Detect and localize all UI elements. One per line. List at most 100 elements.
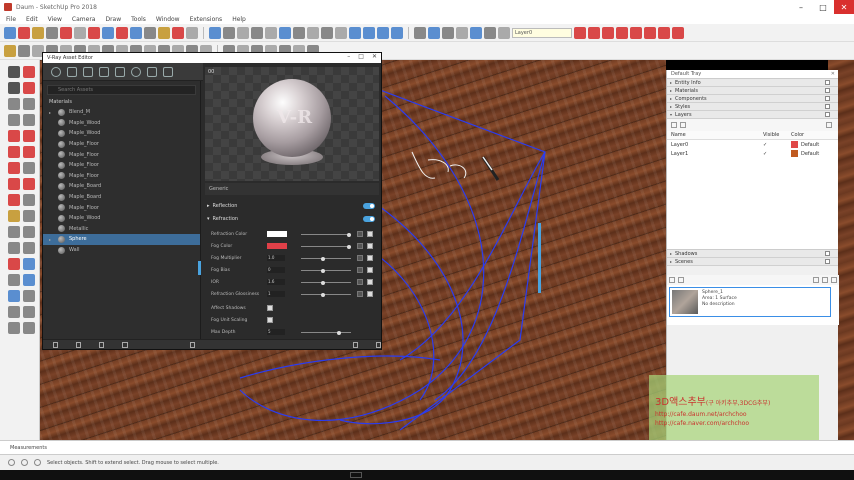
column-color[interactable]: Color [791, 132, 804, 138]
import-asset-icon[interactable] [99, 341, 105, 348]
eraser-tool-icon[interactable] [18, 26, 30, 39]
tape-icon[interactable] [8, 210, 20, 222]
move-tool-icon[interactable] [102, 26, 114, 39]
vray-mesh-light-icon[interactable] [672, 26, 684, 39]
wireframe-icon[interactable] [363, 26, 375, 39]
create-material-icon[interactable] [669, 277, 675, 283]
home-icon[interactable] [831, 277, 837, 283]
reflection-section[interactable]: ▸ Reflection [207, 201, 377, 211]
arc-icon[interactable] [8, 130, 20, 142]
option-slider[interactable] [301, 330, 351, 335]
slider-knob[interactable] [347, 244, 351, 249]
layers-icon[interactable] [470, 26, 482, 39]
material-item[interactable]: Maple_Wood [43, 213, 200, 224]
section-plane-icon[interactable] [414, 26, 426, 39]
chevron-right-icon[interactable]: ▸ [49, 237, 54, 242]
push-pull-side-icon[interactable] [23, 162, 35, 174]
geometry-category-icon[interactable] [83, 66, 93, 77]
purge-icon[interactable] [189, 341, 195, 348]
position-camera-side-icon[interactable] [8, 306, 20, 318]
tray-panel-shadows[interactable]: ▸ Shadows [667, 250, 838, 258]
column-name[interactable]: Name [667, 132, 763, 138]
circle-icon[interactable] [8, 114, 20, 126]
three-point-arc-icon[interactable] [23, 146, 35, 158]
textured-icon[interactable] [391, 26, 403, 39]
material-item[interactable]: Maple_Board [43, 192, 200, 203]
param-checkbox[interactable] [367, 243, 373, 249]
texture-map-button[interactable] [357, 243, 363, 249]
polygon-icon[interactable] [23, 114, 35, 126]
material-item[interactable]: Maple_Floor [43, 171, 200, 182]
vray-minimize-button[interactable]: – [347, 53, 350, 60]
xray-icon[interactable] [349, 26, 361, 39]
rotate-icon[interactable] [8, 178, 20, 190]
add-layer-icon[interactable] [671, 122, 677, 128]
zoom-icon[interactable] [237, 26, 249, 39]
rotated-rectangle-icon[interactable] [23, 98, 35, 110]
chevron-right-icon[interactable]: ▸ [49, 110, 54, 115]
back-arrow-icon[interactable] [813, 277, 819, 283]
material-item[interactable]: Maple_Floor [43, 160, 200, 171]
material-item[interactable]: ▸ Sphere [43, 234, 200, 245]
frame-buffer-icon[interactable] [163, 66, 173, 77]
param-slider[interactable] [301, 280, 351, 285]
3d-text-icon[interactable] [23, 242, 35, 254]
panel-close-icon[interactable] [825, 259, 830, 264]
param-value-field[interactable]: 1.0 [267, 255, 285, 261]
delete-layer-icon[interactable] [680, 122, 686, 128]
maximize-button[interactable]: □ [812, 0, 834, 14]
section-side-icon[interactable] [23, 322, 35, 334]
tray-pin-close-icon[interactable]: ✕ [831, 70, 835, 79]
menu-file[interactable]: File [6, 16, 16, 23]
material-item[interactable]: Metallic [43, 224, 200, 235]
zoom-side-icon[interactable] [23, 274, 35, 286]
material-type-dropdown[interactable]: Generic [205, 183, 379, 195]
material-list-scrollbar[interactable] [198, 261, 201, 275]
param-value-field[interactable]: 1 [267, 291, 285, 297]
vray-sphere-light-icon[interactable] [644, 26, 656, 39]
param-slider[interactable] [301, 244, 351, 249]
tray-panel-materials[interactable]: ▸ Materials [667, 87, 838, 95]
zoom-extents-side-icon[interactable] [23, 290, 35, 302]
offset-icon[interactable] [23, 194, 35, 206]
option-value-field[interactable]: 5 [267, 329, 285, 335]
settings-gear-icon[interactable] [131, 66, 141, 77]
rectangle-tool-icon[interactable] [74, 26, 86, 39]
slider-knob[interactable] [321, 256, 325, 261]
material-item[interactable]: Maple_Wood [43, 128, 200, 139]
color-swatch[interactable] [267, 243, 287, 249]
rotate-tool-icon[interactable] [116, 26, 128, 39]
paint-bucket-icon[interactable] [32, 26, 44, 39]
orbit-side-icon[interactable] [23, 258, 35, 270]
axes-tool-icon[interactable] [186, 26, 198, 39]
layer-color-swatch[interactable] [791, 150, 798, 157]
menu-edit[interactable]: Edit [26, 16, 38, 23]
house-icon[interactable] [18, 44, 30, 57]
vray-editor-titlebar[interactable]: V-Ray Asset Editor – □ ✕ [43, 53, 381, 63]
top-view-icon[interactable] [293, 26, 305, 39]
vray-maximize-button[interactable]: □ [358, 53, 364, 60]
close-button[interactable]: ✕ [834, 0, 854, 14]
preview-toggle-label[interactable]: 00 [208, 69, 214, 75]
paint-icon[interactable] [8, 258, 20, 270]
shaded-icon[interactable] [377, 26, 389, 39]
select-tool-icon[interactable] [4, 26, 16, 39]
pie-icon[interactable] [8, 146, 20, 158]
texture-map-button[interactable] [357, 267, 363, 273]
tray-panel-components[interactable]: ▸ Components [667, 95, 838, 103]
collapse-right-icon[interactable] [375, 341, 381, 348]
panel-close-icon[interactable] [825, 88, 830, 93]
iso-view-icon[interactable] [279, 26, 291, 39]
param-value-field[interactable]: 1.6 [267, 279, 285, 285]
front-view-icon[interactable] [307, 26, 319, 39]
tray-panel-styles[interactable]: ▸ Styles [667, 103, 838, 111]
param-checkbox[interactable] [367, 267, 373, 273]
orbit-icon[interactable] [209, 26, 221, 39]
vray-dome-light-icon[interactable] [658, 26, 670, 39]
text-tool-icon[interactable] [172, 26, 184, 39]
layer-row[interactable]: Layer1 ✓ Default [667, 149, 838, 158]
refraction-section[interactable]: ▾ Refraction [207, 214, 377, 224]
tray-panel-entity-info[interactable]: ▸ Entity Info [667, 79, 838, 87]
walk-side-icon[interactable] [23, 306, 35, 318]
layer-visible-checkbox[interactable]: ✓ [763, 142, 791, 148]
